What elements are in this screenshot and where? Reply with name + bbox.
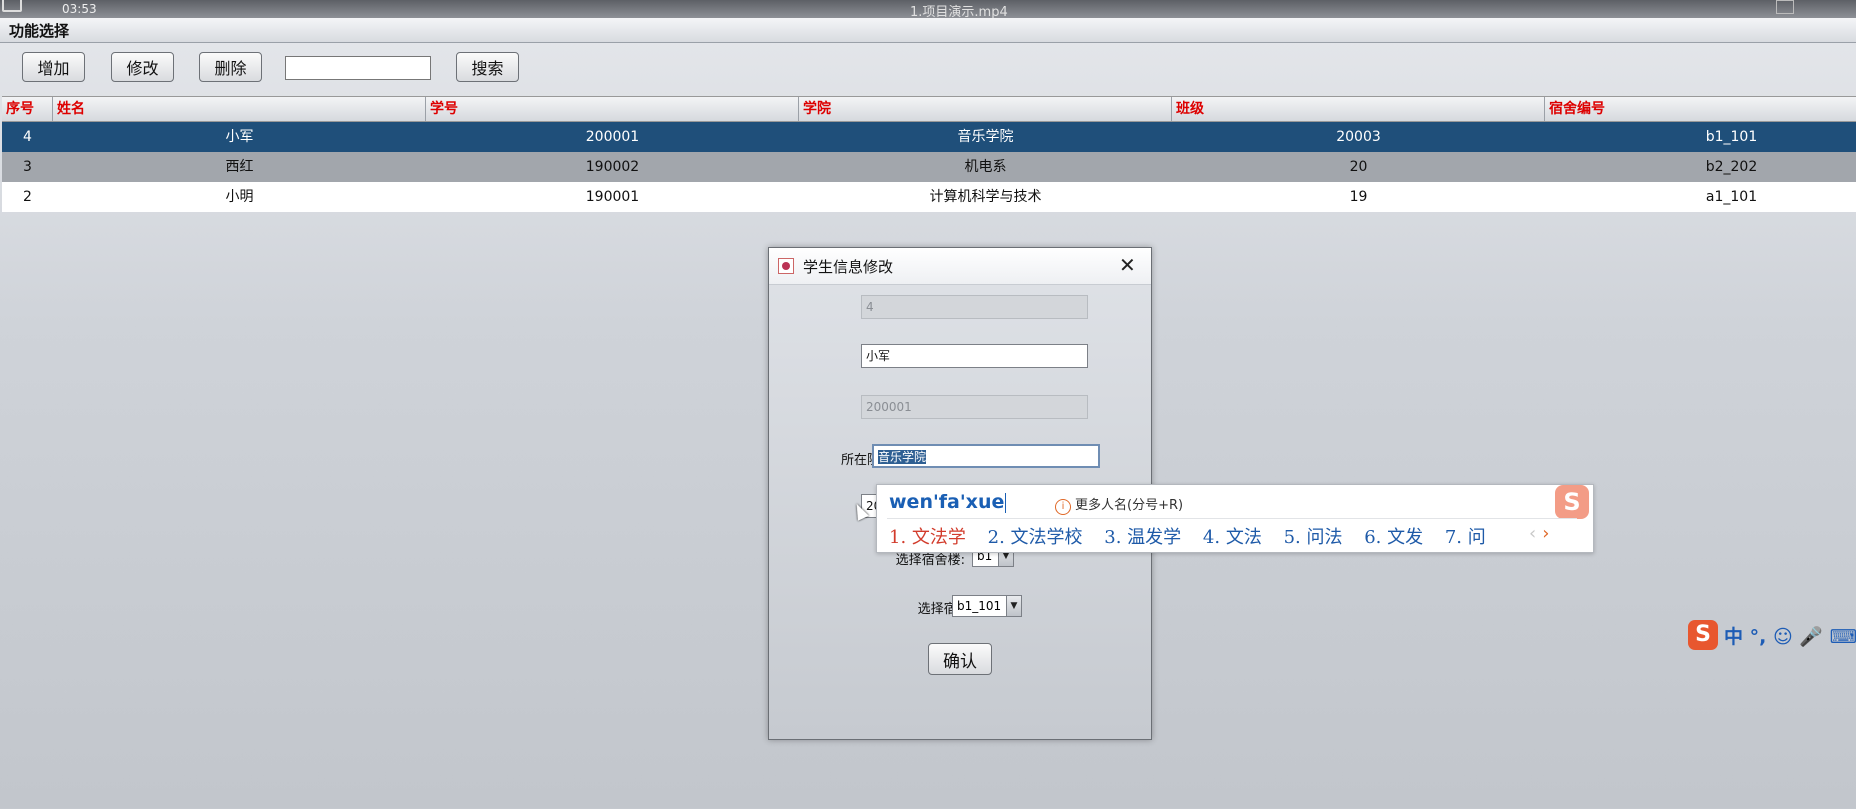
table-row[interactable]: 3 西红 190002 机电系 20 b2_202 [2, 152, 1856, 182]
cell-student-id: 190001 [585, 189, 640, 205]
cell-college: 机电系 [964, 159, 1007, 175]
cell-index: 4 [23, 129, 32, 145]
ime-candidate-list: 1. 文法学 2. 文法学校 3. 温发学 4. 文法 5. 问法 6. 文发 … [889, 523, 1502, 549]
search-button[interactable]: 搜索 [456, 52, 519, 82]
ime-hint-text: 更多人名(分号+R) [1075, 498, 1184, 513]
table-header: 序号 姓名 学号 学院 班级 宿舍编号 [2, 96, 1856, 122]
cell-class: 19 [1349, 189, 1368, 205]
cell-class: 20003 [1336, 129, 1381, 145]
ime-candidate[interactable]: 4. 文法 [1203, 527, 1262, 548]
restore-window-icon[interactable] [1776, 0, 1794, 14]
ime-candidate[interactable]: 7. 问 [1445, 527, 1486, 548]
delete-button[interactable]: 删除 [199, 52, 262, 82]
cell-college: 计算机科学与技术 [929, 189, 1042, 205]
table-row[interactable]: 2 小明 190001 计算机科学与技术 19 a1_101 [2, 182, 1856, 212]
ime-page-nav: ‹ › [1529, 523, 1549, 544]
add-button[interactable]: 增加 [22, 52, 85, 82]
sogou-logo-icon: S [1555, 485, 1589, 519]
id-field: 4 [861, 295, 1088, 319]
edit-button[interactable]: 修改 [111, 52, 174, 82]
ime-status-items[interactable]: 中 °, ☺ 🎤 ⌨ [1724, 622, 1856, 649]
student-id-field: 200001 [861, 395, 1088, 419]
chevron-right-icon[interactable]: › [1542, 523, 1549, 544]
ime-candidate[interactable]: 6. 文发 [1364, 527, 1423, 548]
video-timestamp: 03:53 [62, 2, 97, 16]
ime-hint[interactable]: i 更多人名(分号+R) [1055, 494, 1183, 515]
column-header-college[interactable]: 学院 [799, 97, 1172, 121]
cell-index: 3 [23, 159, 32, 175]
ime-pinyin-composition: wen'fa'xue [889, 491, 1005, 513]
ime-status-bar: S 中 °, ☺ 🎤 ⌨ [1688, 618, 1856, 652]
chevron-down-icon[interactable]: ▼ [1006, 596, 1021, 616]
cell-student-id: 190002 [585, 159, 640, 175]
cell-name: 小军 [225, 129, 254, 145]
dialog-title-bar[interactable]: 学生信息修改 ✕ [769, 248, 1151, 285]
column-header-name[interactable]: 姓名 [53, 97, 426, 121]
cell-dorm: b2_202 [1705, 159, 1758, 175]
close-icon[interactable]: ✕ [1119, 254, 1136, 276]
table-row[interactable]: 4 小军 200001 音乐学院 20003 b1_101 [2, 122, 1856, 152]
window-title-bar: 03:53 1.项目演示.mp4 [0, 0, 1856, 20]
room-select[interactable]: b1_101 ▼ [952, 595, 1022, 617]
ime-candidate[interactable]: 1. 文法学 [889, 527, 966, 548]
cell-dorm: a1_101 [1705, 189, 1758, 205]
column-header-class[interactable]: 班级 [1172, 97, 1545, 121]
college-field-selected-text: 音乐学院 [878, 450, 927, 464]
ime-candidate-window: wen'fa'xue i 更多人名(分号+R) S 1. 文法学 2. 文法学校 … [876, 484, 1594, 553]
cell-dorm: b1_101 [1705, 129, 1758, 145]
chevron-left-icon[interactable]: ‹ [1529, 523, 1536, 544]
menu-bar: 功能选择 [0, 18, 1856, 43]
cell-class: 20 [1349, 159, 1368, 175]
confirm-button[interactable]: 确认 [928, 643, 992, 675]
search-input[interactable] [285, 56, 431, 80]
cell-student-id: 200001 [585, 129, 640, 145]
column-header-student-id[interactable]: 学号 [426, 97, 799, 121]
college-field[interactable]: 音乐学院 [872, 444, 1100, 468]
sogou-logo-icon[interactable]: S [1688, 620, 1718, 650]
info-icon: i [1055, 499, 1071, 515]
menu-function-select[interactable]: 功能选择 [9, 20, 69, 41]
cell-index: 2 [23, 189, 32, 205]
ime-candidate[interactable]: 5. 问法 [1284, 527, 1343, 548]
room-select-value: b1_101 [957, 599, 1002, 613]
cell-name: 小明 [225, 189, 254, 205]
cell-name: 西红 [225, 159, 254, 175]
dialog-title: 学生信息修改 [803, 258, 894, 276]
column-header-dorm[interactable]: 宿舍编号 [1545, 97, 1856, 121]
cell-college: 音乐学院 [957, 129, 1014, 145]
ime-candidate[interactable]: 2. 文法学校 [988, 527, 1083, 548]
java-app-icon [778, 258, 794, 274]
name-field[interactable]: 小军 [861, 344, 1088, 368]
window-icon [2, 0, 22, 12]
column-header-index[interactable]: 序号 [2, 97, 53, 121]
ime-divider [887, 518, 1577, 519]
ime-candidate[interactable]: 3. 温发学 [1104, 527, 1181, 548]
